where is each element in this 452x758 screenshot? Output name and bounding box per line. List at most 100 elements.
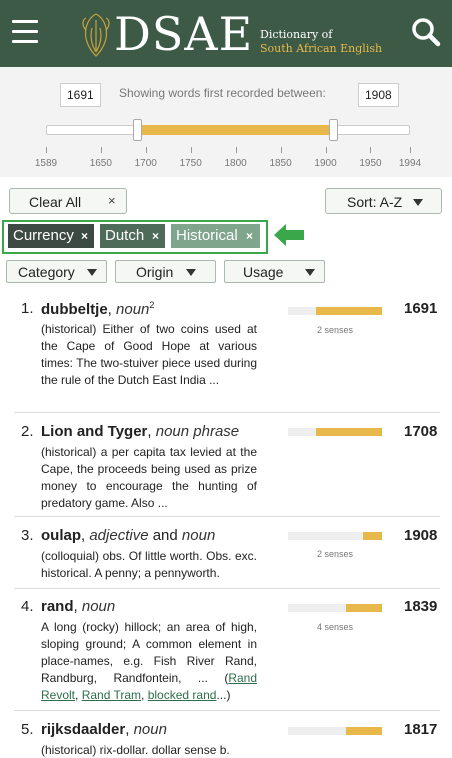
- entry-headword-line: Lion and Tyger, noun phrase: [41, 423, 239, 440]
- chevron-down-icon: [87, 269, 97, 276]
- divider: [14, 516, 440, 517]
- entry-part-of-speech: adjective: [89, 527, 149, 544]
- chevron-down-icon: [305, 269, 315, 276]
- protea-logo-icon: [82, 13, 110, 57]
- first-recorded-year: 1908: [404, 527, 438, 544]
- entry-separator: ,: [107, 301, 112, 318]
- clear-all-button[interactable]: Clear All ×: [9, 188, 127, 214]
- hamburger-menu-icon[interactable]: [12, 20, 38, 44]
- entry-definition: (historical) a per capita tax levied at …: [41, 445, 257, 510]
- related-link-blocked-rand[interactable]: blocked rand: [148, 688, 217, 702]
- year-tick: [325, 147, 327, 153]
- filter-chip-dutch[interactable]: Dutch ×: [100, 224, 165, 248]
- entry-headword-line: oulap, adjective and noun: [41, 527, 215, 544]
- date-range-bar: [288, 604, 382, 612]
- year-tick-label: 1994: [398, 158, 422, 169]
- category-dropdown[interactable]: Category: [6, 260, 107, 283]
- entry-headword-line: dubbeltje, noun2: [41, 300, 154, 318]
- year-slider-min-handle[interactable]: [132, 119, 142, 141]
- clear-all-label: Clear All: [29, 194, 82, 210]
- entry-part-of-speech: noun: [81, 598, 116, 615]
- list-item: 2. Lion and Tyger, noun phrase (historic…: [14, 423, 440, 513]
- entry-part-of-speech: noun: [133, 721, 167, 738]
- senses-count: 2 senses: [316, 549, 354, 559]
- entry-definition-text: A long (rocky) hillock; an area of high,…: [41, 620, 257, 685]
- entry-headword[interactable]: Lion and Tyger: [41, 423, 147, 440]
- date-range-bar-fill: [346, 604, 382, 612]
- sort-dropdown[interactable]: Sort: A-Z: [325, 188, 442, 214]
- entry-separator: ,: [147, 423, 152, 440]
- app-header: DSAE Dictionary of South African English: [0, 0, 452, 67]
- entry-headword[interactable]: rand: [41, 598, 74, 615]
- first-recorded-year: 1839: [404, 598, 438, 615]
- year-tick-label: 1850: [269, 158, 292, 169]
- link-separator: ,: [141, 688, 148, 702]
- link-separator: ,: [75, 688, 82, 702]
- usage-dropdown[interactable]: Usage: [224, 260, 325, 283]
- list-item: 4. rand, noun A long (rocky) hillock; an…: [14, 598, 440, 706]
- range-label: Showing words first recorded between:: [119, 86, 326, 100]
- logo-subtitle-line2: South African English: [260, 42, 383, 55]
- list-item: 1. dubbeltje, noun2 (historical) Either …: [14, 300, 440, 408]
- year-tick: [190, 147, 192, 153]
- sort-label: Sort: A-Z: [347, 194, 403, 210]
- date-range-bar-fill: [316, 428, 382, 436]
- category-label: Category: [18, 264, 75, 280]
- entry-number: 5.: [21, 721, 34, 738]
- senses-count: 4 senses: [316, 622, 354, 632]
- divider: [14, 588, 440, 589]
- year-tick: [370, 147, 372, 153]
- entry-number: 3.: [21, 527, 34, 544]
- origin-label: Origin: [136, 264, 174, 280]
- entry-separator: ,: [81, 527, 86, 544]
- year-tick-label: 1800: [224, 158, 247, 169]
- entry-headword[interactable]: dubbeltje: [41, 301, 108, 318]
- divider: [14, 710, 440, 711]
- remove-filter-icon[interactable]: ×: [81, 224, 88, 248]
- year-tick-label: 1950: [359, 158, 382, 169]
- entry-separator: ,: [73, 598, 78, 615]
- entry-headword[interactable]: rijksdaalder: [41, 721, 125, 738]
- year-tick-label: 1750: [179, 158, 202, 169]
- related-link-rand-tram[interactable]: Rand Tram: [82, 688, 141, 702]
- year-tick-label: 1900: [314, 158, 337, 169]
- chevron-down-icon: [186, 269, 196, 276]
- entry-number: 2.: [21, 423, 34, 440]
- date-range-bar: [288, 727, 382, 735]
- year-tick: [46, 147, 47, 153]
- year-tick: [280, 147, 282, 153]
- origin-dropdown[interactable]: Origin: [115, 260, 216, 283]
- divider: [14, 412, 440, 413]
- first-recorded-year: 1817: [404, 721, 438, 738]
- filter-chip-historical[interactable]: Historical ×: [171, 224, 260, 248]
- date-range-bar: [288, 307, 382, 315]
- max-year-input[interactable]: 1908: [358, 83, 399, 107]
- usage-label: Usage: [243, 264, 284, 280]
- entry-definition: A long (rocky) hillock; an area of high,…: [41, 619, 257, 704]
- arrow-left-icon: [274, 224, 304, 246]
- clear-icon: ×: [108, 193, 116, 208]
- year-tick-label: 1700: [134, 158, 157, 169]
- first-recorded-year: 1708: [404, 423, 438, 440]
- remove-filter-icon[interactable]: ×: [246, 224, 253, 248]
- filter-chip-currency[interactable]: Currency ×: [8, 224, 94, 248]
- year-tick: [100, 147, 102, 153]
- date-range-bar: [288, 428, 382, 436]
- year-slider-max-handle[interactable]: [328, 119, 338, 141]
- entry-headword[interactable]: oulap: [41, 527, 81, 544]
- entry-headword-line: rand, noun: [41, 598, 115, 615]
- list-item: 3. oulap, adjective and noun (colloquial…: [14, 527, 440, 587]
- min-year-input[interactable]: 1691: [60, 83, 101, 107]
- date-range-bar-fill: [363, 532, 382, 540]
- entry-separator: ,: [125, 721, 130, 738]
- remove-filter-icon[interactable]: ×: [152, 224, 159, 248]
- year-tick-label: 1650: [89, 158, 112, 169]
- filter-chip-label: Historical: [176, 227, 238, 244]
- logo-title[interactable]: DSAE: [114, 8, 253, 60]
- date-range-bar: [288, 532, 382, 540]
- date-range-bar-fill: [316, 307, 382, 315]
- first-recorded-year: 1691: [404, 300, 438, 317]
- search-icon[interactable]: [410, 16, 442, 48]
- entry-number: 1.: [21, 300, 34, 317]
- entry-definition: (colloquial) obs. Of little worth. Obs. …: [41, 549, 257, 580]
